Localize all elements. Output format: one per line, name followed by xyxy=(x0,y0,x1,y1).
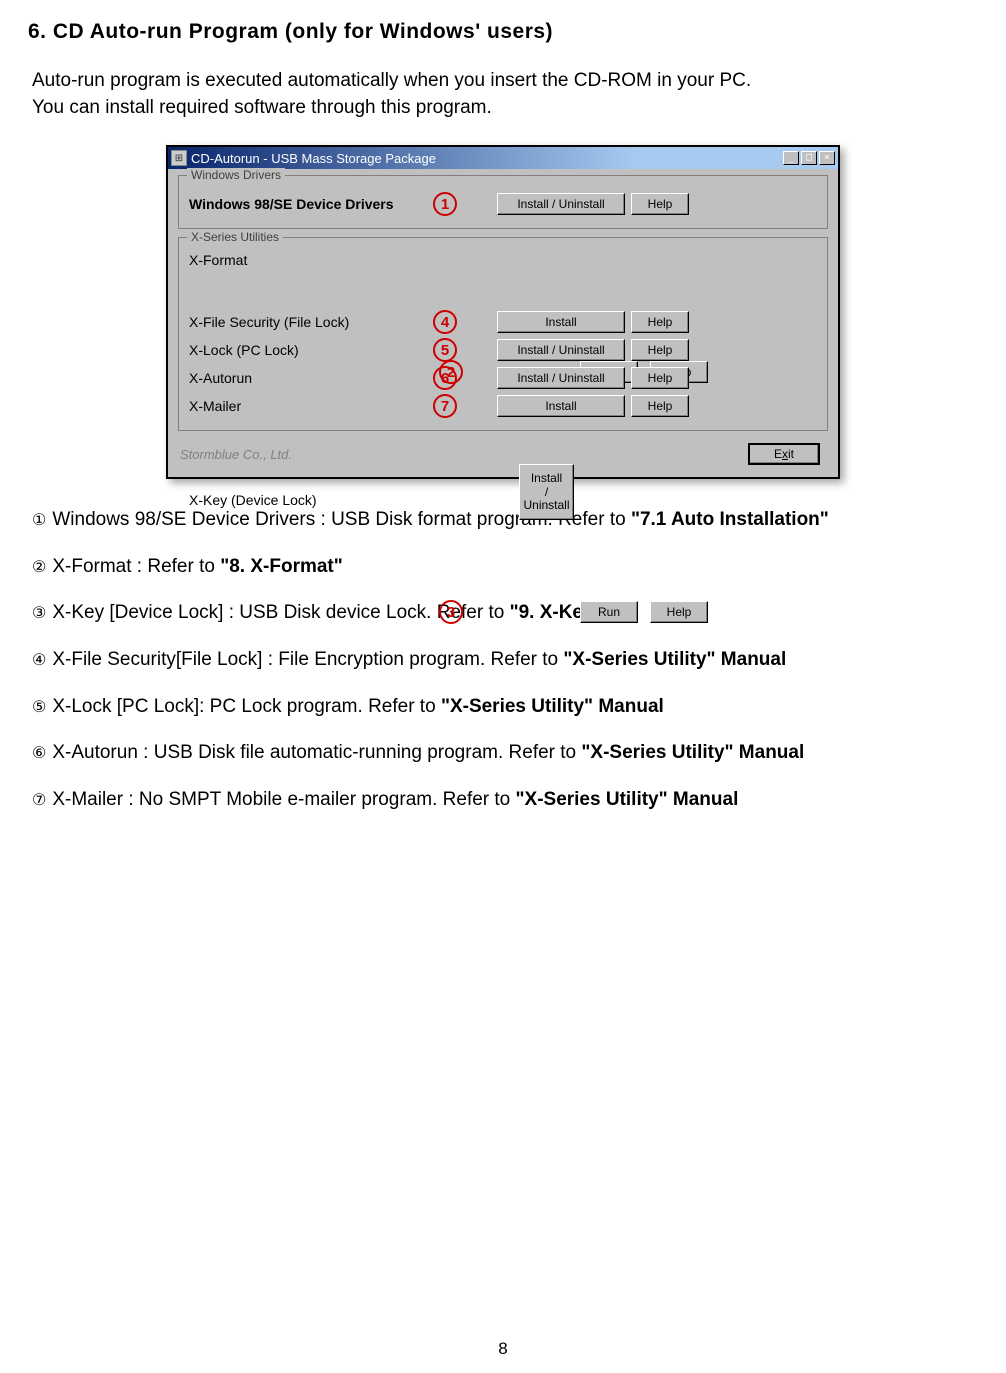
list-item-4: ④ X-File Security[File Lock] : File Encr… xyxy=(32,647,978,674)
util-label-5: X-Lock (PC Lock) xyxy=(189,342,429,358)
marker-1: 1 xyxy=(433,192,457,216)
help-button-1[interactable]: Help xyxy=(631,193,689,215)
help-button-7[interactable]: Help xyxy=(631,395,689,417)
help-button-3[interactable]: Help xyxy=(650,601,708,623)
install-uninstall-button-5[interactable]: Install / Uninstall xyxy=(497,339,625,361)
help-button-4[interactable]: Help xyxy=(631,311,689,333)
list-marker: ⑤ xyxy=(32,697,46,719)
app-icon: ⊞ xyxy=(171,150,187,166)
exit-button[interactable]: Exit xyxy=(748,443,820,465)
list-item-3: ③ X-Key [Device Lock] : USB Disk device … xyxy=(32,600,978,627)
marker-5: 5 xyxy=(433,338,457,362)
list-ref: "X-Series Utility" Manual xyxy=(581,742,804,763)
list-marker: ⑥ xyxy=(32,743,46,765)
intro-line-1: Auto-run program is executed automatical… xyxy=(32,70,751,91)
install-uninstall-button-1[interactable]: Install / Uninstall xyxy=(497,193,625,215)
titlebar: ⊞ CD-Autorun - USB Mass Storage Package … xyxy=(168,147,838,169)
marker-3: 3 xyxy=(439,600,463,624)
list-item-5: ⑤ X-Lock [PC Lock]: PC Lock program. Ref… xyxy=(32,694,978,721)
marker-7: 7 xyxy=(433,394,457,418)
list-marker: ④ xyxy=(32,650,46,672)
help-button-5[interactable]: Help xyxy=(631,339,689,361)
drivers-label: Windows 98/SE Device Drivers xyxy=(189,196,429,212)
install-uninstall-button-6[interactable]: Install / Uninstall xyxy=(497,367,625,389)
list-text: X-Autorun : USB Disk file automatic-runn… xyxy=(52,742,581,763)
list-marker: ① xyxy=(32,510,46,532)
marker-4: 4 xyxy=(433,310,457,334)
section-title: 6. CD Auto-run Program (only for Windows… xyxy=(28,20,978,44)
autorun-window: ⊞ CD-Autorun - USB Mass Storage Package … xyxy=(166,145,840,479)
util-label-4: X-File Security (File Lock) xyxy=(189,314,429,330)
x-series-utilities-group: X-Format X-Key (Device Lock) 2 3 Install… xyxy=(178,237,828,431)
util-label-6: X-Autorun xyxy=(189,370,429,386)
minimize-button[interactable]: _ xyxy=(783,151,799,165)
close-button[interactable]: × xyxy=(819,151,835,165)
intro-paragraph: Auto-run program is executed automatical… xyxy=(28,68,978,121)
install-uninstall-button-23[interactable]: Install / Uninstall xyxy=(519,464,574,520)
intro-line-2: You can install required software throug… xyxy=(32,97,492,118)
numbered-list: ① Windows 98/SE Device Drivers : USB Dis… xyxy=(28,507,978,813)
help-button-6[interactable]: Help xyxy=(631,367,689,389)
run-button-3[interactable]: Run xyxy=(580,601,638,623)
list-item-7: ⑦ X-Mailer : No SMPT Mobile e-mailer pro… xyxy=(32,787,978,814)
marker-6: 6 xyxy=(433,366,457,390)
list-text: X-Mailer : No SMPT Mobile e-mailer progr… xyxy=(52,789,515,810)
list-marker: ② xyxy=(32,557,46,579)
list-ref: "X-Series Utility" Manual xyxy=(516,789,739,810)
install-button-7[interactable]: Install xyxy=(497,395,625,417)
list-item-1: ① Windows 98/SE Device Drivers : USB Dis… xyxy=(32,507,978,534)
util-label-3: X-Key (Device Lock) xyxy=(189,492,429,732)
util-label-7: X-Mailer xyxy=(189,398,429,414)
list-item-6: ⑥ X-Autorun : USB Disk file automatic-ru… xyxy=(32,740,978,767)
page-number: 8 xyxy=(0,1339,1006,1359)
list-marker: ⑦ xyxy=(32,790,46,812)
maximize-button[interactable]: □ xyxy=(801,151,817,165)
install-button-4[interactable]: Install xyxy=(497,311,625,333)
windows-drivers-group: Windows 98/SE Device Drivers 1 Install /… xyxy=(178,175,828,229)
list-item-2: ② X-Format : Refer to "8. X-Format" xyxy=(32,554,978,581)
list-marker: ③ xyxy=(32,603,46,625)
window-title: CD-Autorun - USB Mass Storage Package xyxy=(191,151,783,166)
